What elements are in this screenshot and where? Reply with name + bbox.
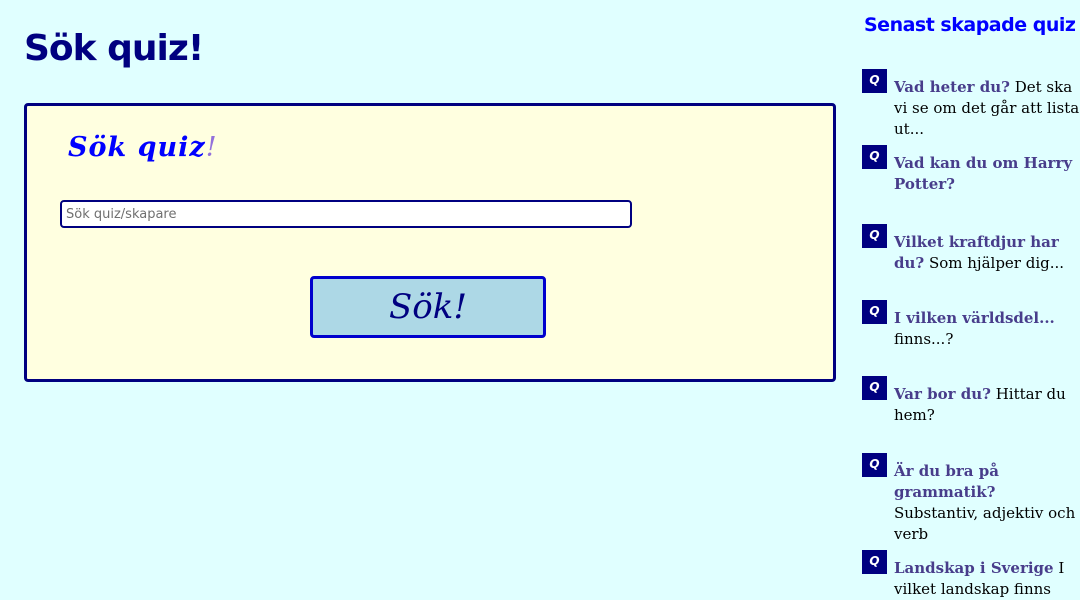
quiz-text: Landskap i Sverige I vilket landskap fin…: [894, 558, 1080, 600]
quiz-text: Vilket kraftdjur har du? Som hjälper dig…: [894, 232, 1080, 274]
quiz-icon: Q: [862, 224, 887, 248]
quiz-icon: Q: [862, 550, 887, 574]
quiz-icon: Q: [862, 300, 887, 324]
search-button[interactable]: Sök!: [310, 276, 546, 338]
quiz-icon: Q: [862, 376, 887, 400]
quiz-text: Vad kan du om Harry Potter?: [894, 153, 1080, 195]
search-card-title: Sök quiz!: [68, 132, 218, 163]
search-card-title-accent: !: [205, 132, 218, 163]
quiz-link[interactable]: Landskap i Sverige: [894, 559, 1054, 577]
quiz-text: Är du bra på grammatik? Substantiv, adje…: [894, 461, 1080, 545]
recent-quizzes-sidebar: Senast skapade quiz Q Vad heter du? Det …: [862, 0, 1080, 600]
quiz-icon: Q: [862, 453, 887, 477]
search-input[interactable]: [60, 200, 632, 228]
quiz-description: finns...?: [894, 330, 954, 348]
quiz-description: Som hjälper dig...: [928, 254, 1065, 272]
quiz-link[interactable]: Vad kan du om Harry Potter?: [894, 154, 1072, 193]
quiz-link[interactable]: I vilken världsdel...: [894, 309, 1055, 327]
quiz-description: Substantiv, adjektiv och verb: [894, 504, 1076, 543]
quiz-text: Vad heter du? Det ska vi se om det går a…: [894, 77, 1080, 140]
search-card-title-text: Sök quiz: [68, 132, 206, 163]
sidebar-title: Senast skapade quiz: [864, 14, 1076, 36]
quiz-icon: Q: [862, 69, 887, 93]
quiz-link[interactable]: Vad heter du?: [894, 78, 1010, 96]
quiz-text: Var bor du? Hittar du hem?: [894, 384, 1080, 426]
page-title: Sök quiz!: [24, 28, 204, 69]
quiz-link[interactable]: Var bor du?: [894, 385, 991, 403]
quiz-text: I vilken världsdel... finns...?: [894, 308, 1080, 350]
search-card: Sök quiz! Sök!: [24, 103, 836, 382]
quiz-link[interactable]: Är du bra på grammatik?: [894, 462, 999, 501]
quiz-icon: Q: [862, 145, 887, 169]
